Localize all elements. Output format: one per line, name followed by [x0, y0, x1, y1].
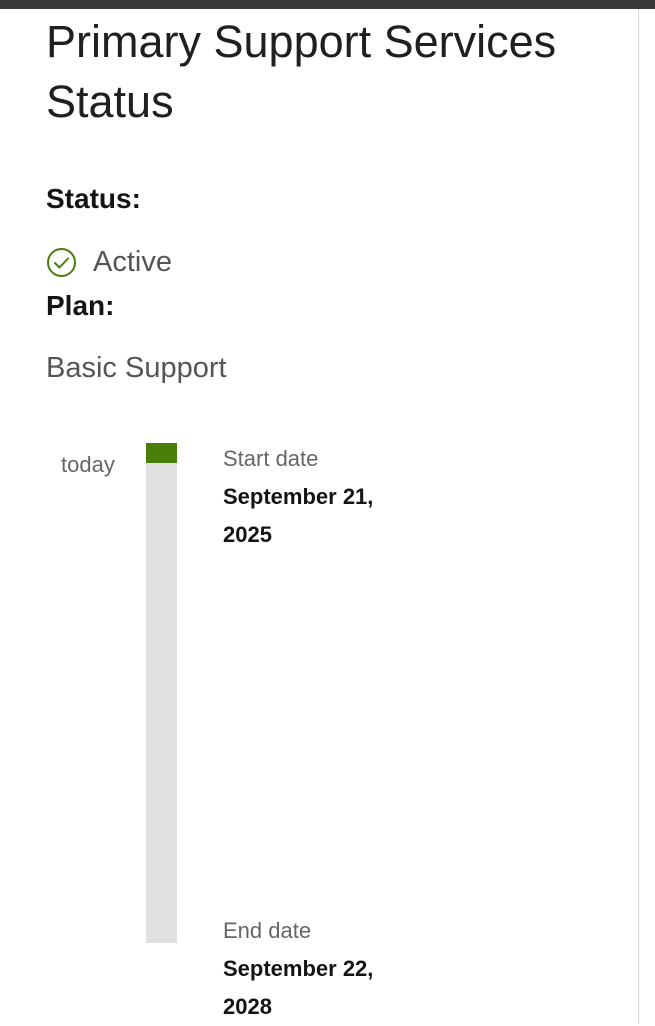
plan-label: Plan: [46, 290, 115, 321]
end-date-line1: September 22, [223, 956, 374, 981]
check-circle-icon [46, 247, 77, 278]
today-label: today [61, 452, 115, 477]
start-date-value: September 21, 2025 [223, 478, 423, 554]
plan-value: Basic Support [46, 352, 227, 384]
end-date-caption: End date [223, 918, 312, 943]
timeline-progress [146, 443, 177, 463]
top-bar [0, 0, 655, 9]
status-row: Active [46, 244, 172, 280]
page-title: Primary Support Services Status [46, 16, 557, 127]
end-date-value: September 22, 2028 [223, 950, 423, 1026]
start-date-line2: 2025 [223, 522, 272, 547]
timeline-track [146, 443, 177, 943]
start-date-caption: Start date [223, 446, 319, 471]
end-date-line2: 2028 [223, 994, 272, 1019]
start-date-line1: September 21, [223, 484, 374, 509]
status-value: Active [93, 245, 172, 278]
status-label: Status: [46, 183, 141, 214]
content-border [638, 9, 639, 1024]
